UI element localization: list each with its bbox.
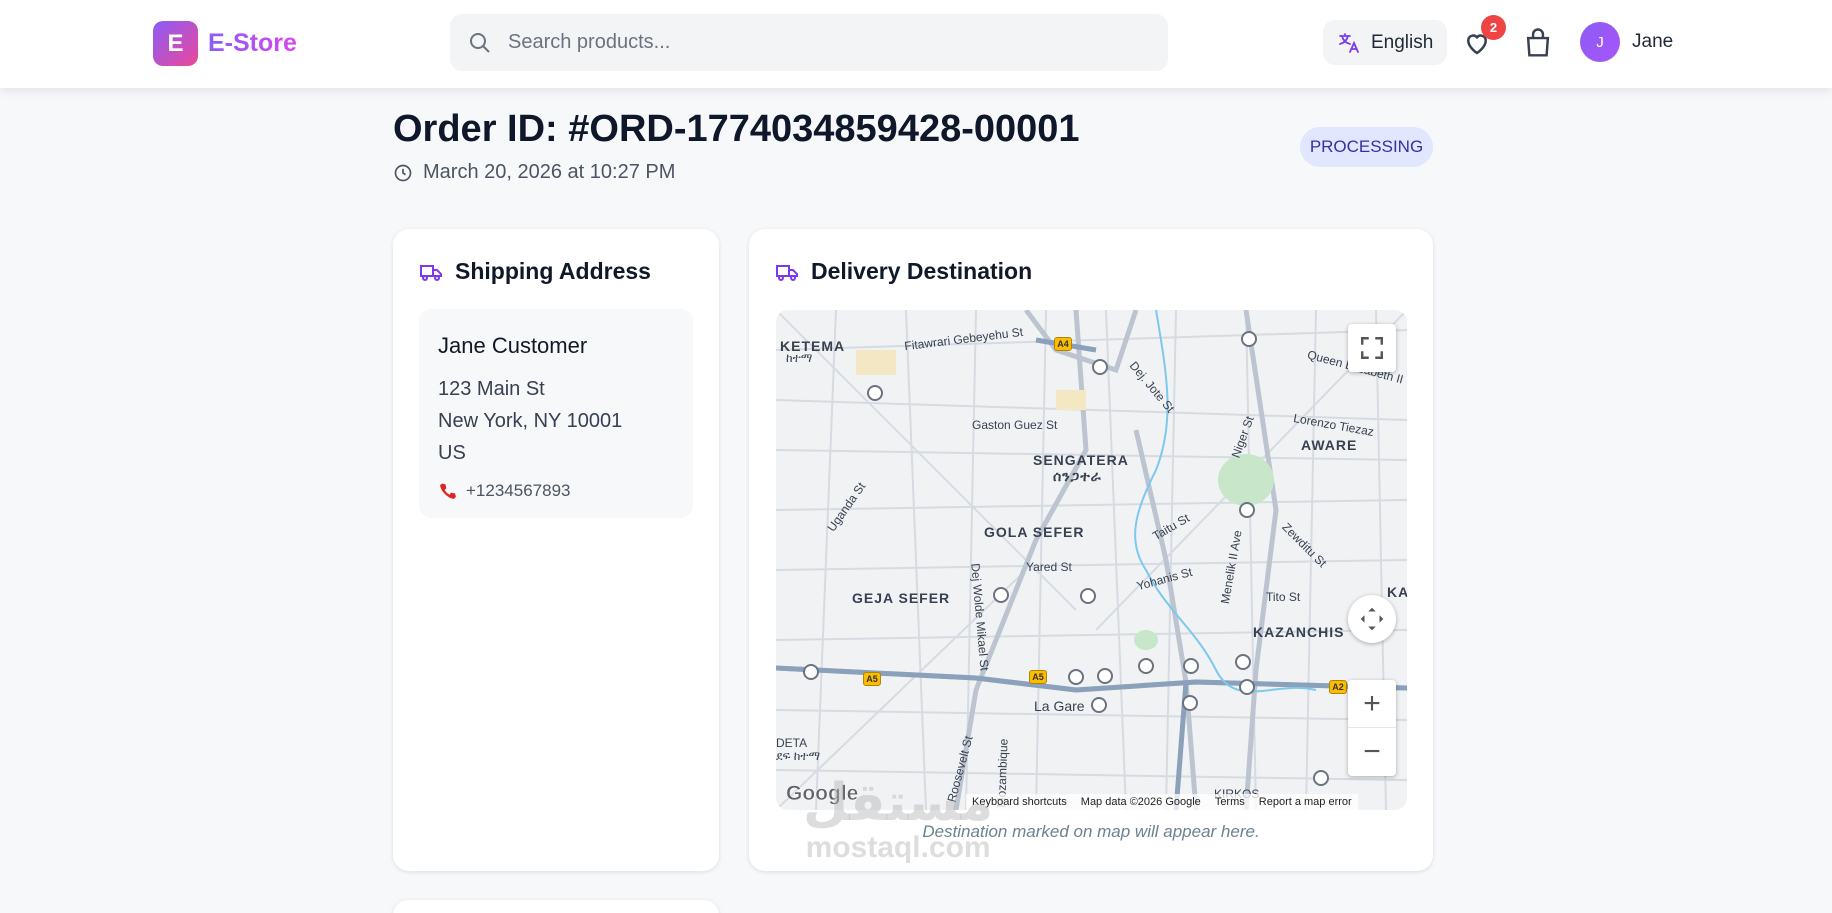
bus-stop-icon[interactable]	[1239, 502, 1255, 518]
delivery-map[interactable]: KETEMA ከተማ SENGATERA ሰንጋተራ GOLA SEFER GE…	[776, 310, 1407, 810]
shipping-address-card: Shipping Address Jane Customer 123 Main …	[393, 229, 719, 871]
address-country: US	[438, 442, 466, 464]
wishlist-count-badge: 2	[1481, 15, 1506, 40]
order-date-text: March 20, 2026 at 10:27 PM	[423, 161, 676, 183]
bus-stop-icon[interactable]	[1313, 770, 1329, 786]
bus-stop-icon[interactable]	[1097, 668, 1113, 684]
map-street-label: Yared St	[1026, 560, 1072, 574]
map-street-label: Gaston Guez St	[972, 418, 1058, 432]
delivery-destination-header: Delivery Destination	[775, 258, 1032, 285]
road-shield: A2	[1329, 680, 1347, 694]
map-attribution-bar: Keyboard shortcuts Map data ©2026 Google…	[966, 794, 1358, 810]
map-area-label: GOLA SEFER	[984, 524, 1085, 540]
phone-icon	[440, 483, 456, 499]
truck-icon	[420, 264, 442, 281]
map-area-label: KA	[1387, 584, 1407, 600]
avatar: J	[1580, 22, 1620, 62]
map-place-label: La Gare	[1034, 698, 1085, 714]
bus-stop-icon[interactable]	[803, 664, 819, 680]
phone-number: +1234567893	[466, 481, 571, 500]
map-area-sublabel: ከተማ	[786, 351, 813, 365]
map-street-label: Tito St	[1266, 590, 1301, 604]
truck-icon	[776, 264, 798, 281]
recipient-name: Jane Customer	[438, 333, 588, 358]
next-card-partial	[393, 900, 719, 913]
language-label: English	[1371, 31, 1434, 53]
bus-stop-icon[interactable]	[1080, 588, 1096, 604]
bus-stop-icon[interactable]	[1092, 359, 1108, 375]
map-area-sublabel: ደፍ ከተማ	[776, 749, 821, 763]
status-badge: PROCESSING	[1300, 127, 1433, 167]
search-icon	[470, 32, 490, 53]
delivery-destination-heading: Delivery Destination	[811, 258, 1033, 284]
road-shield: A4	[1054, 337, 1072, 351]
translate-icon	[1339, 32, 1359, 53]
move-arrows-icon	[1360, 607, 1384, 631]
top-navigation-bar: E E-Store English 2 J Jane	[0, 0, 1832, 88]
zoom-out-button[interactable]: −	[1348, 728, 1396, 776]
map-area-label: AWARE	[1301, 437, 1358, 453]
bus-stop-icon[interactable]	[1091, 697, 1107, 713]
shopping-bag-icon[interactable]	[1523, 27, 1553, 59]
bus-stop-icon[interactable]	[1239, 679, 1255, 695]
address-box: Jane Customer 123 Main St New York, NY 1…	[419, 309, 693, 518]
map-camera-control[interactable]	[1348, 595, 1396, 643]
search-input[interactable]	[508, 31, 1108, 54]
map-area-label: GEJA SEFER	[852, 590, 951, 606]
bus-stop-icon[interactable]	[867, 385, 883, 401]
zoom-controls: + −	[1348, 680, 1396, 776]
bus-stop-icon[interactable]	[1183, 658, 1199, 674]
user-menu[interactable]: J Jane	[1580, 22, 1673, 62]
watermark-arabic: مستقل	[803, 774, 994, 832]
phone-row: +1234567893	[438, 481, 674, 501]
map-area-label: DETA	[776, 736, 808, 750]
fullscreen-button[interactable]	[1348, 324, 1396, 372]
map-area-label: KAZANCHIS	[1253, 624, 1345, 640]
bus-stop-icon[interactable]	[1235, 654, 1251, 670]
terms-link[interactable]: Terms	[1215, 796, 1245, 808]
bus-stop-icon[interactable]	[993, 587, 1009, 603]
store-name: E-Store	[208, 29, 297, 57]
bus-stop-icon[interactable]	[1182, 695, 1198, 711]
shipping-address-heading: Shipping Address	[455, 258, 651, 284]
user-name: Jane	[1632, 31, 1674, 52]
logo-mark: E	[153, 21, 198, 66]
order-id-title: Order ID: #ORD-1774034859428-00001	[393, 108, 1080, 150]
report-map-error-link[interactable]: Report a map error	[1259, 796, 1352, 808]
clock-icon	[394, 164, 412, 181]
bus-stop-icon[interactable]	[1241, 331, 1257, 347]
map-area-sublabel: ሰንጋተራ	[1053, 468, 1102, 484]
road-shield: A5	[1029, 670, 1047, 684]
map-area-label: SENGATERA	[1033, 452, 1129, 468]
address-street: 123 Main St	[438, 378, 545, 400]
order-date: March 20, 2026 at 10:27 PM	[393, 161, 675, 184]
search-bar[interactable]	[450, 14, 1168, 71]
bus-stop-icon[interactable]	[1068, 669, 1084, 685]
road-shield: A5	[863, 672, 881, 686]
bus-stop-icon[interactable]	[1138, 658, 1154, 674]
watermark-latin: mostaql.com	[805, 831, 991, 864]
address-city: New York, NY 10001	[438, 410, 623, 432]
zoom-in-button[interactable]: +	[1348, 680, 1396, 728]
watermark: مستقل mostaql.com	[803, 775, 993, 865]
map-data-attribution: Map data ©2026 Google	[1080, 796, 1201, 808]
shipping-address-header: Shipping Address	[419, 258, 651, 285]
fullscreen-icon	[1361, 337, 1383, 359]
language-selector[interactable]: English	[1323, 20, 1448, 65]
store-logo[interactable]: E E-Store	[153, 21, 297, 66]
